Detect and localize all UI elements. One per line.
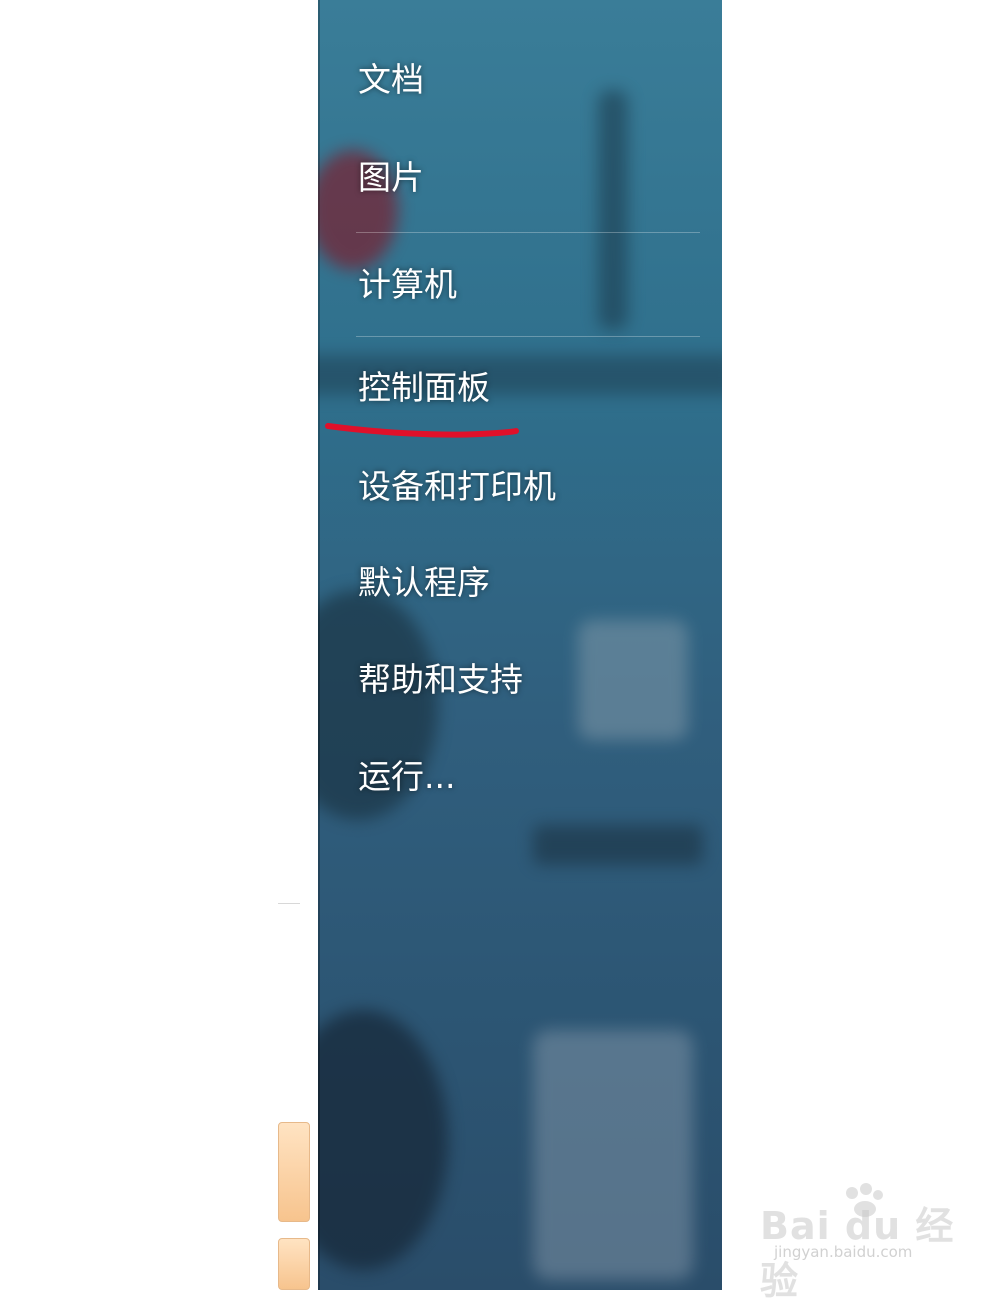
annotation-underline <box>325 423 519 438</box>
baidu-watermark: Bai du 经验 jingyan.baidu.com <box>760 1183 960 1303</box>
watermark-url: jingyan.baidu.com <box>774 1243 913 1261</box>
